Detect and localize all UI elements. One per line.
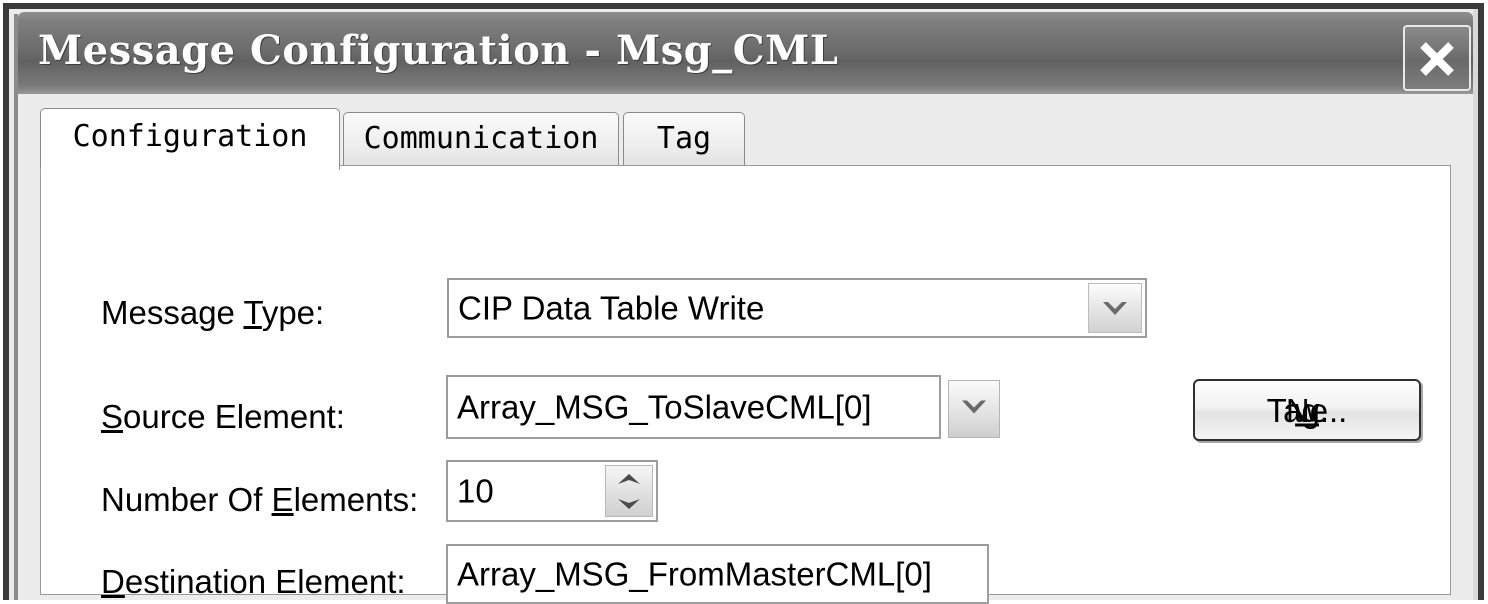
spinner-up-button[interactable]	[606, 466, 652, 491]
message-configuration-dialog: Message Configuration - Msg_CML Configur…	[0, 0, 1488, 604]
title-bar[interactable]: Message Configuration - Msg_CML	[18, 12, 1473, 94]
number-of-elements-spin-buttons[interactable]	[605, 465, 653, 517]
message-type-value: CIP Data Table Write	[458, 289, 765, 327]
triangle-down-icon	[618, 498, 640, 509]
destination-element-value: Array_MSG_FromMasterCML[0]	[457, 555, 932, 593]
tab-configuration[interactable]: Configuration	[40, 108, 340, 170]
tab-tag[interactable]: Tag	[623, 112, 745, 166]
number-of-elements-label: Number Of Elements:	[101, 481, 419, 518]
new-tag-button-label: Ne w Tag...	[1266, 391, 1348, 429]
close-x-icon	[1405, 35, 1469, 83]
source-element-value: Array_MSG_ToSlaveCML[0]	[457, 388, 872, 426]
source-element-label: Source Element:	[101, 398, 345, 435]
number-of-elements-spinner[interactable]: 10	[446, 460, 658, 522]
window-title: Message Configuration - Msg_CML	[38, 27, 839, 74]
tab-strip: Configuration Communication Tag	[40, 108, 1450, 170]
source-element-dropdown-button[interactable]	[948, 380, 1000, 438]
message-type-dropdown-button[interactable]	[1088, 283, 1142, 333]
dialog-client-area: Configuration Communication Tag Message …	[18, 94, 1473, 604]
message-type-label: Message Type:	[101, 294, 325, 331]
number-of-elements-value: 10	[457, 472, 494, 510]
configuration-tab-panel: Message Type: CIP Data Table Write Sourc…	[40, 165, 1451, 604]
destination-element-input[interactable]: Array_MSG_FromMasterCML[0]	[446, 544, 989, 604]
new-tag-button[interactable]: Ne w Tag...	[1193, 379, 1421, 441]
source-element-input[interactable]: Array_MSG_ToSlaveCML[0]	[446, 375, 941, 439]
message-type-combobox[interactable]: CIP Data Table Write	[447, 278, 1147, 338]
triangle-up-icon	[618, 473, 640, 484]
spinner-down-button[interactable]	[606, 491, 652, 516]
chevron-down-icon	[1100, 289, 1130, 327]
close-button[interactable]	[1403, 25, 1471, 91]
chevron-down-icon	[959, 396, 989, 423]
tab-communication[interactable]: Communication	[343, 112, 619, 166]
destination-element-label: Destination Element:	[101, 563, 406, 600]
